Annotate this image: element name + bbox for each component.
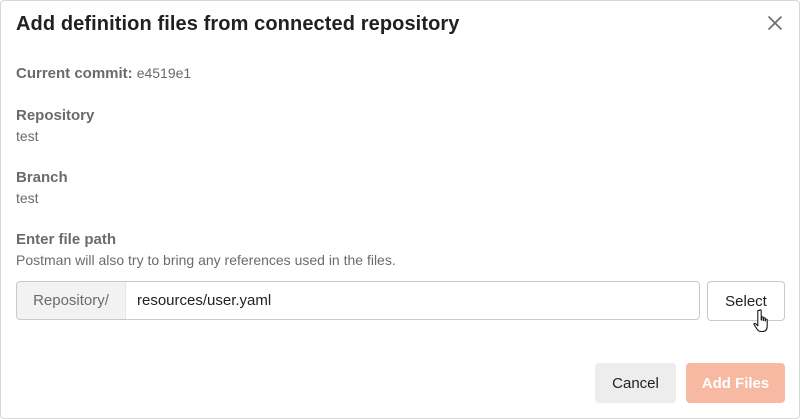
- current-commit-row: Current commit: e4519e1: [16, 65, 191, 82]
- current-commit-label: Current commit:: [16, 65, 133, 82]
- file-path-input-group: Repository/ resources/user.yaml: [16, 281, 700, 320]
- close-icon: [768, 16, 782, 30]
- dialog-title: Add definition files from connected repo…: [16, 13, 460, 35]
- file-path-helper-text: Postman will also try to bring any refer…: [16, 252, 396, 268]
- file-path-label: Enter file path: [16, 231, 117, 248]
- branch-label: Branch: [16, 169, 68, 186]
- add-definition-files-dialog: Add definition files from connected repo…: [0, 0, 800, 419]
- file-path-input[interactable]: resources/user.yaml: [126, 282, 699, 319]
- repository-value: test: [16, 128, 39, 144]
- file-path-prefix: Repository/: [17, 282, 126, 319]
- repository-label: Repository: [16, 107, 95, 124]
- close-button[interactable]: [763, 11, 787, 35]
- hand-pointer-icon: [753, 309, 768, 333]
- add-files-button[interactable]: Add Files: [686, 363, 785, 403]
- cancel-button[interactable]: Cancel: [595, 363, 676, 403]
- branch-value: test: [16, 190, 39, 206]
- current-commit-value: e4519e1: [136, 65, 192, 81]
